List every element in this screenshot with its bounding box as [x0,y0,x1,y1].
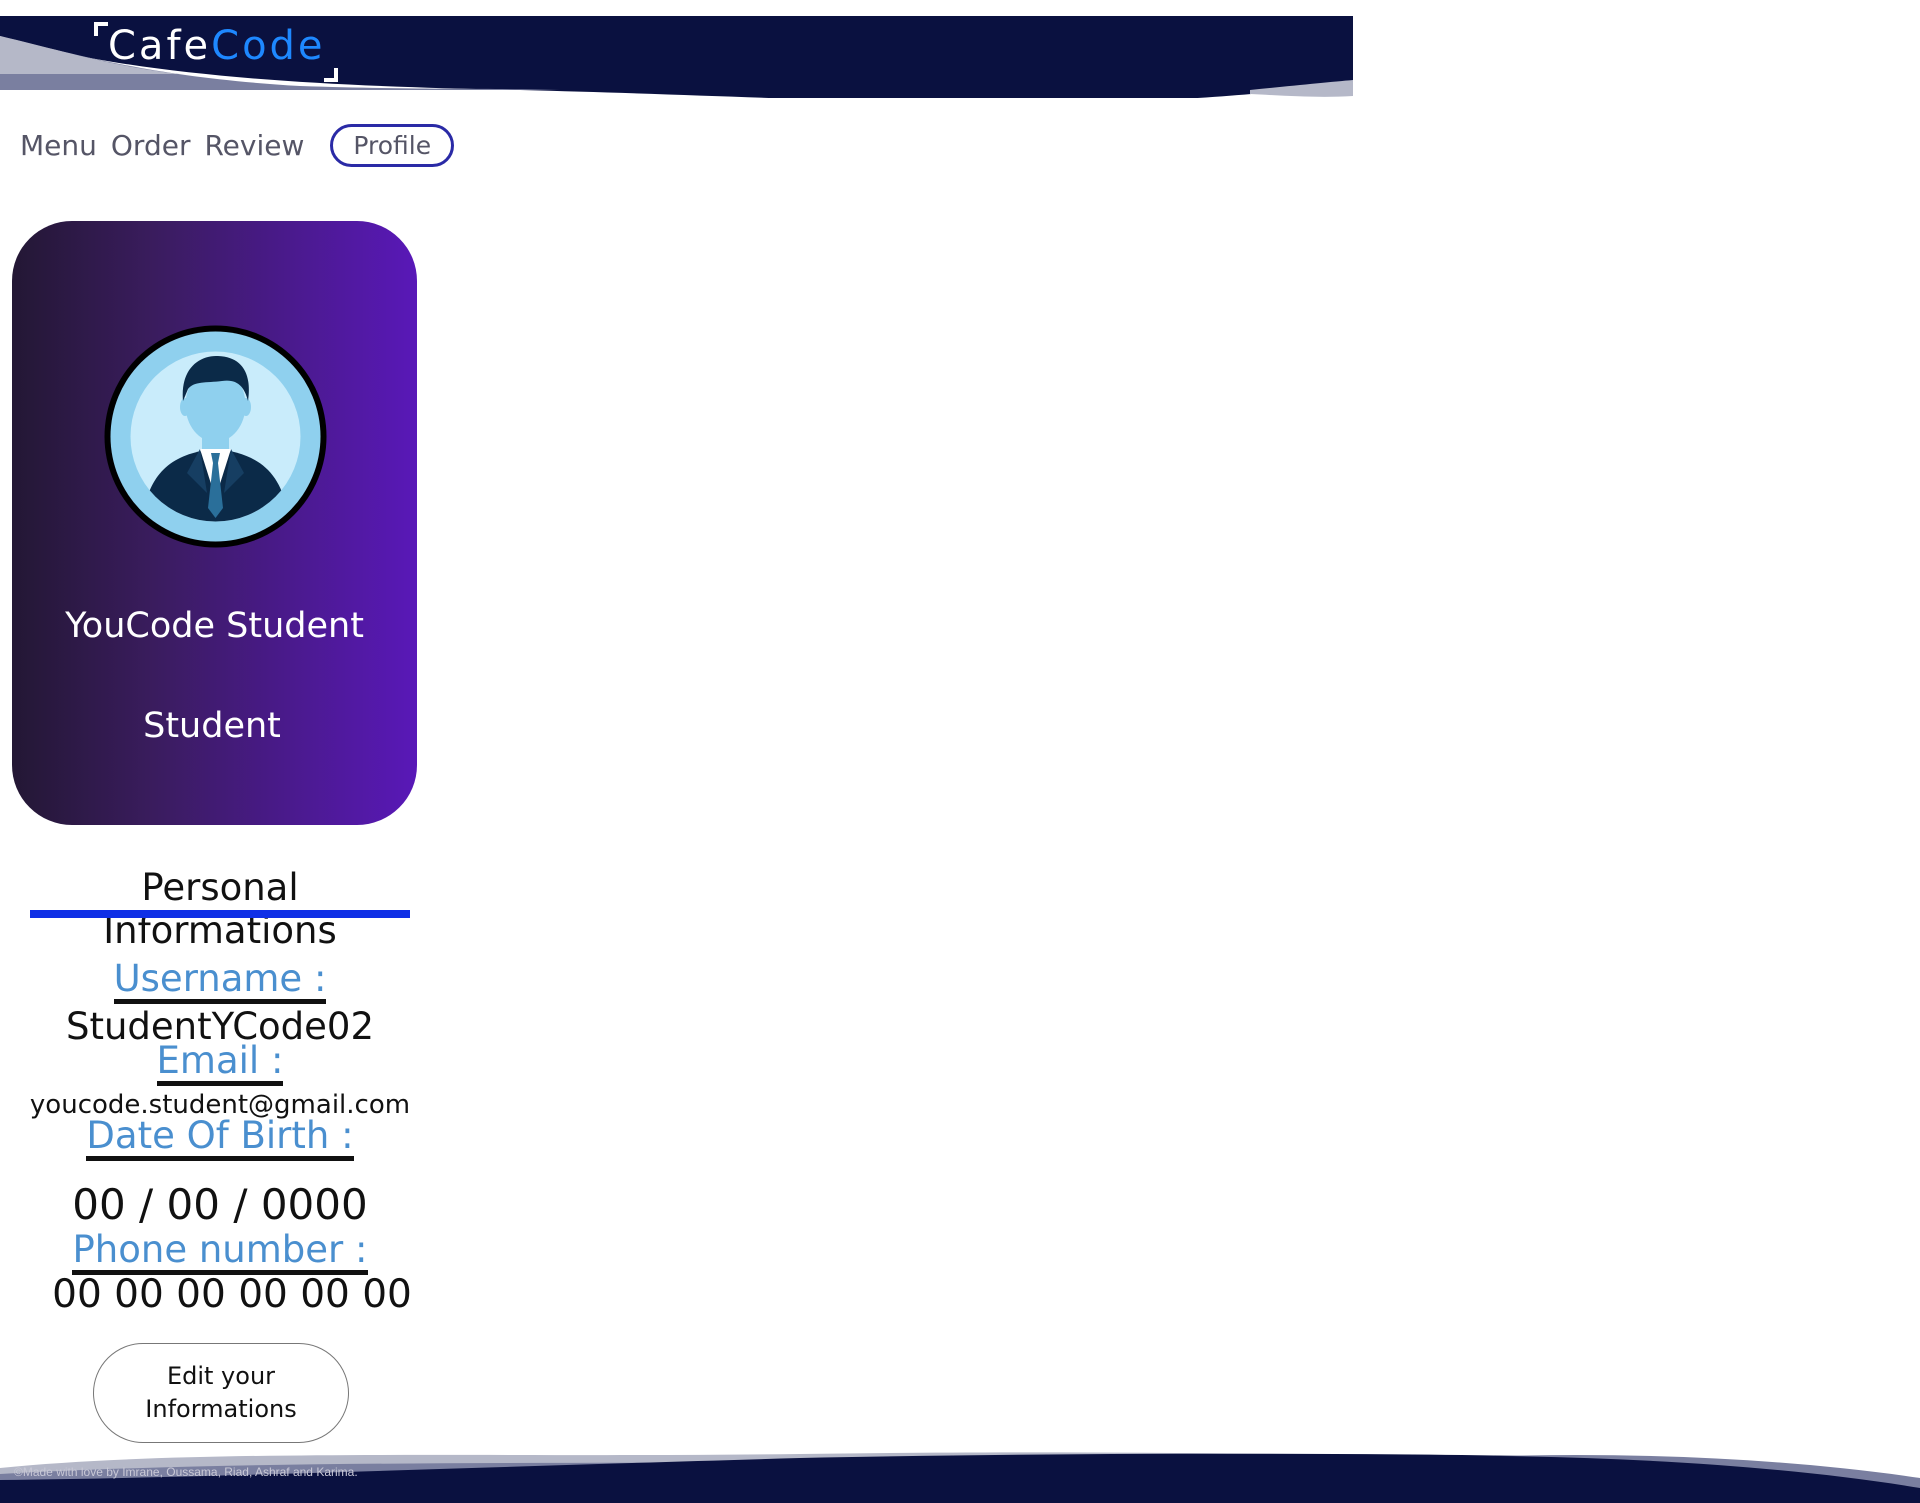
logo-text-cafe: Cafe [108,23,212,69]
cafecode-logo[interactable]: CafeCode [94,18,338,82]
username-label: Username : [0,957,440,1004]
nav-order[interactable]: Order [111,129,191,162]
email-label: Email : [0,1039,440,1086]
logo-bracket-top-left [94,22,108,36]
personal-info-title: Personal Informations [103,866,337,952]
logo-text-code: Code [211,23,326,69]
phone-label: Phone number : [0,1228,440,1275]
dob-value: 00 / 00 / 0000 [72,1180,368,1229]
nav-menu[interactable]: Menu [20,129,97,162]
profile-name: YouCode Student [65,606,364,646]
nav-profile[interactable]: Profile [330,124,455,167]
footer-credits: ©Made with love by Imrane, Oussama, Riad… [14,1465,358,1479]
main-nav: Menu Order Review Profile [20,124,468,167]
user-avatar-icon [104,325,327,548]
edit-info-button[interactable]: Edit your Informations [93,1343,349,1443]
phone-value: 00 00 00 00 00 00 [52,1272,412,1317]
dob-label: Date Of Birth : [0,1114,440,1161]
profile-role: Student [143,706,281,746]
header-banner: CafeCode [0,16,1353,108]
logo-bracket-bottom-right [323,68,338,82]
profile-card: YouCode Student Student [12,221,417,825]
title-underline [30,910,410,918]
nav-review[interactable]: Review [204,129,304,162]
